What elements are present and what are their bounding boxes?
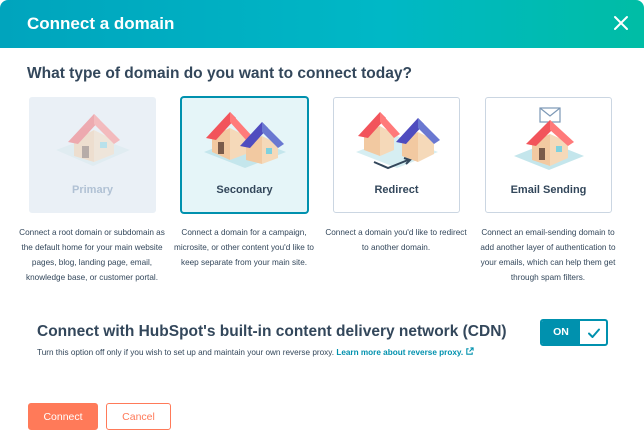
option-card-primary[interactable]: Primary [29,97,156,213]
connect-button[interactable]: Connect [28,403,98,430]
option-description-redirect: Connect a domain you'd like to redirect … [325,228,467,252]
option-description-email-sending: Connect an email-sending domain to add a… [480,228,616,282]
dialog-header: Connect a domain [0,0,644,48]
cdn-toggle[interactable]: ON [540,319,608,346]
cdn-description-text: Turn this option off only if you wish to… [37,348,335,357]
house-icon [56,114,130,166]
checkmark-icon [588,328,600,338]
option-card-redirect[interactable]: Redirect [333,97,460,213]
cdn-title: Connect with HubSpot's built-in content … [37,323,507,340]
connect-domain-dialog: Connect a domain What type of domain do … [0,0,644,446]
option-description-secondary: Connect a domain for a campaign, microsi… [174,228,314,267]
email-house-icon [514,107,584,170]
cdn-toggle-label: ON [542,321,580,344]
option-label-secondary: Secondary [216,184,273,196]
option-card-email-sending[interactable]: Email Sending [485,97,612,213]
close-icon[interactable] [612,14,630,32]
reverse-proxy-link[interactable]: Learn more about reverse proxy. [336,347,475,357]
reverse-proxy-link-text: Learn more about reverse proxy. [336,348,464,357]
cancel-button[interactable]: Cancel [106,403,171,430]
option-label-email-sending: Email Sending [510,184,587,196]
option-label-redirect: Redirect [374,184,419,196]
dialog-title: Connect a domain [27,14,175,33]
domain-type-question: What type of domain do you want to conne… [27,65,412,82]
two-houses-icon [204,112,286,168]
option-label-primary: Primary [72,184,113,196]
option-description-primary: Connect a root domain or subdomain as th… [19,228,165,282]
redirect-houses-icon [356,112,440,170]
option-card-secondary[interactable]: Secondary [181,97,308,213]
external-link-icon [466,347,475,355]
cdn-description: Turn this option off only if you wish to… [37,347,475,357]
